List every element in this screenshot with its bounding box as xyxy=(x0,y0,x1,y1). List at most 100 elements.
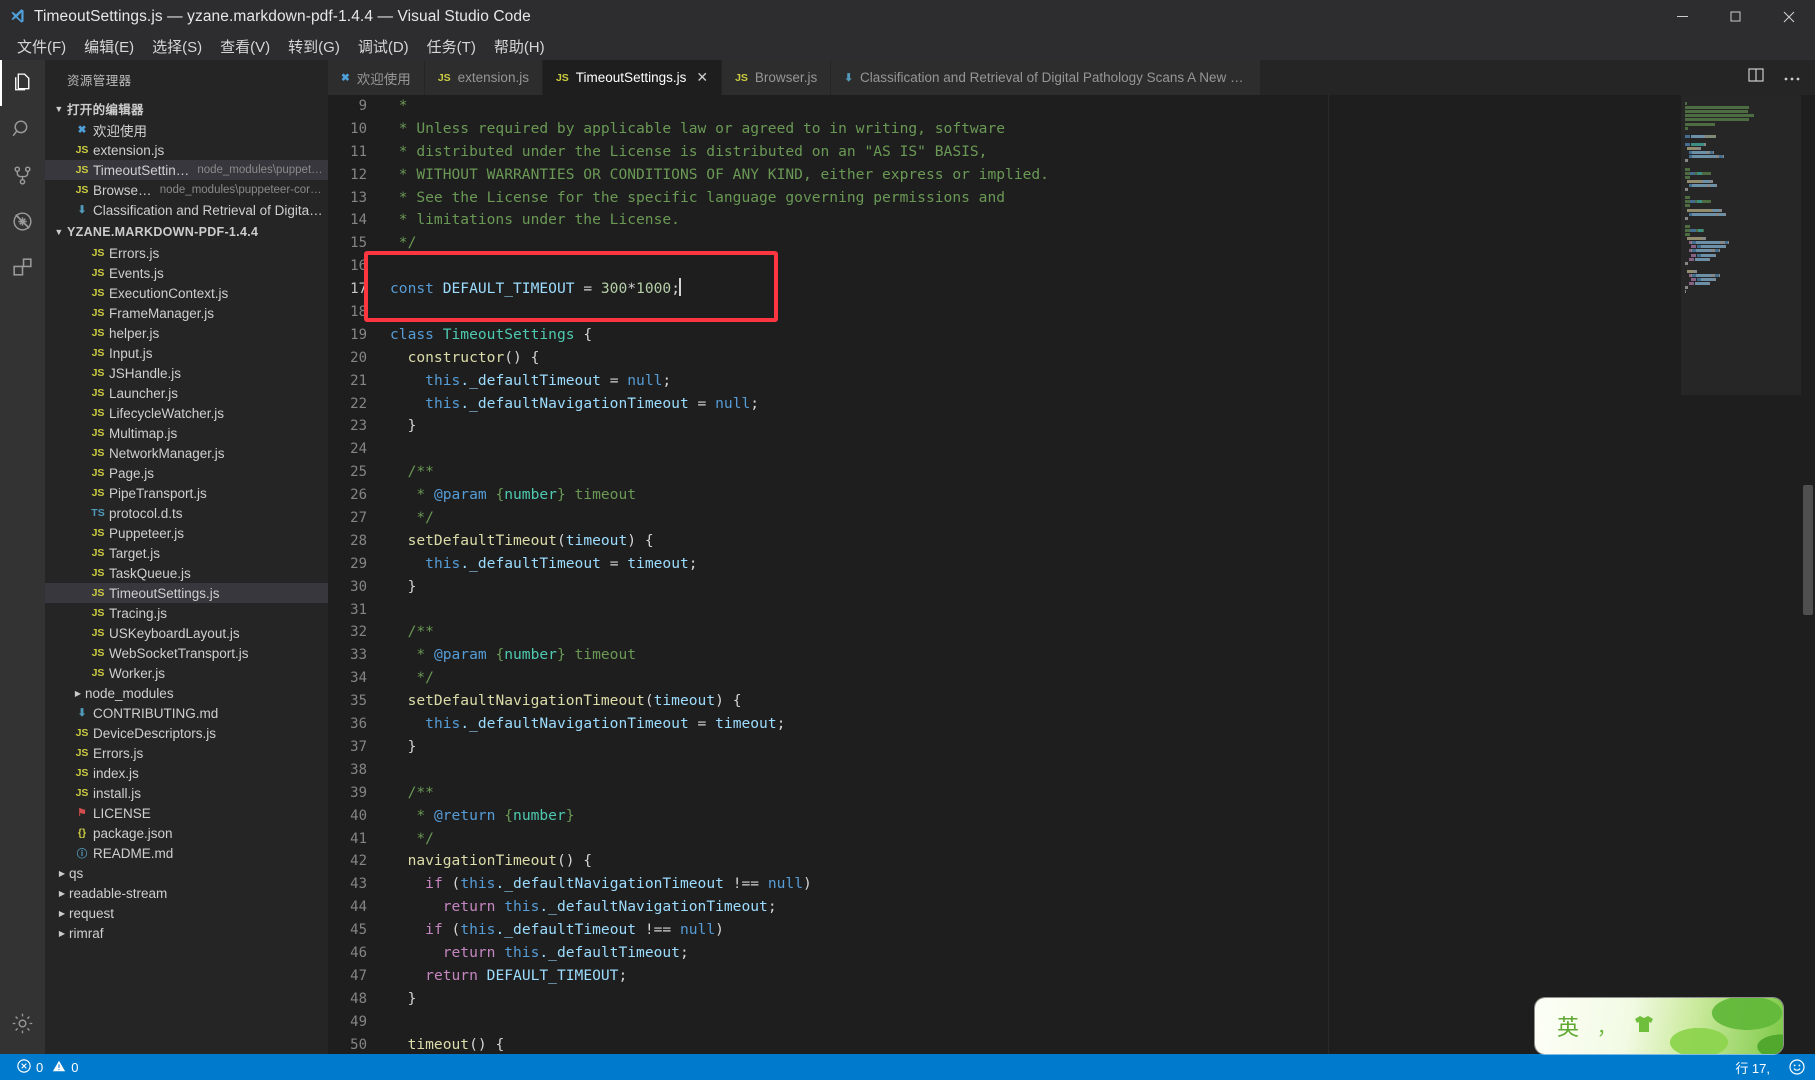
scrollbar-thumb[interactable] xyxy=(1803,485,1813,615)
code-text: /** xyxy=(390,463,434,481)
activity-source-control[interactable] xyxy=(0,152,45,198)
activity-search[interactable] xyxy=(0,106,45,152)
editor-tab[interactable]: JS extension.js xyxy=(424,60,543,95)
file-tree-item[interactable]: JS Tracing.js xyxy=(45,603,328,623)
minimap[interactable] xyxy=(1681,95,1801,1054)
maximize-icon[interactable] xyxy=(1709,0,1762,33)
skin-shirt-icon[interactable] xyxy=(1632,1014,1656,1039)
open-editor-item[interactable]: JS Browser.js node_modules\puppeteer-core\… xyxy=(45,180,328,200)
cursor-position[interactable]: 行 17, xyxy=(1726,1054,1779,1080)
section-open-editors[interactable]: ▼ 打开的编辑器 xyxy=(45,97,328,120)
open-editor-item[interactable]: ⬇ Classification and Retrieval of Digital… xyxy=(45,200,328,220)
file-tree-item[interactable]: JS Errors.js xyxy=(45,743,328,763)
activity-explorer[interactable] xyxy=(0,60,45,106)
smiley-icon[interactable] xyxy=(1779,1054,1815,1080)
file-name-label: Errors.js xyxy=(109,245,160,261)
close-icon[interactable] xyxy=(1762,0,1815,33)
code-editor[interactable]: 9 * 10 * Unless required by applicable la… xyxy=(328,95,1681,1054)
menu-debug[interactable]: 调试(D) xyxy=(349,33,418,60)
file-tree-item[interactable]: JS Page.js xyxy=(45,463,328,483)
menu-go[interactable]: 转到(G) xyxy=(279,33,349,60)
file-tree-item[interactable]: JS Multimap.js xyxy=(45,423,328,443)
code-line: 11 * distributed under the License is di… xyxy=(328,141,1681,164)
editor-tab[interactable]: ⬇ Classification and Retrieval of Digital… xyxy=(831,60,1262,95)
file-tree-item[interactable]: TS protocol.d.ts xyxy=(45,503,328,523)
gear-icon[interactable] xyxy=(0,1000,45,1046)
file-tree-item[interactable]: JS USKeyboardLayout.js xyxy=(45,623,328,643)
editor-tab[interactable]: JS Browser.js xyxy=(722,60,832,95)
code-line: 40 * @return {number} xyxy=(328,805,1681,828)
minimize-icon[interactable] xyxy=(1656,0,1709,33)
file-tree-item[interactable]: JS WebSocketTransport.js xyxy=(45,643,328,663)
line-number: 30 xyxy=(350,578,367,595)
file-tree-item[interactable]: ▶ rimraf xyxy=(45,923,328,943)
file-tree-item[interactable]: JS Worker.js xyxy=(45,663,328,683)
file-tree-item[interactable]: JS FrameManager.js xyxy=(45,303,328,323)
tabs-container: ✖ 欢迎使用 JS extension.js JS TimeoutSettings.js ✕… xyxy=(328,60,1262,95)
code-line: 14 * limitations under the License. xyxy=(328,209,1681,232)
code-text: */ xyxy=(390,829,434,847)
file-tree-item[interactable]: ▶ readable-stream xyxy=(45,883,328,903)
js-file-icon: JS xyxy=(91,307,105,319)
file-tree-item[interactable]: JS index.js xyxy=(45,763,328,783)
code-line: 26 * @param {number} timeout xyxy=(328,484,1681,507)
file-tree-item[interactable]: ▶ qs xyxy=(45,863,328,883)
ime-punctuation-toggle[interactable]: ， xyxy=(1597,1013,1616,1040)
file-name-label: Classification and Retrieval of Digital … xyxy=(93,202,324,218)
file-tree-item[interactable]: JS TaskQueue.js xyxy=(45,563,328,583)
file-tree-item[interactable]: JS PipeTransport.js xyxy=(45,483,328,503)
file-tree-item[interactable]: ▶ node_modules xyxy=(45,683,328,703)
menu-view[interactable]: 查看(V) xyxy=(211,33,279,60)
section-project[interactable]: ▼ YZANE.MARKDOWN-PDF-1.4.4 xyxy=(45,220,328,243)
project-file-tree: JS Errors.js JS Events.js JS ExecutionContext… xyxy=(45,243,328,943)
file-tree-item[interactable]: JS Target.js xyxy=(45,543,328,563)
editor-body: 9 * 10 * Unless required by applicable la… xyxy=(328,95,1815,1054)
file-tree-item[interactable]: JS Launcher.js xyxy=(45,383,328,403)
file-tree-item[interactable]: JS Input.js xyxy=(45,343,328,363)
menu-help[interactable]: 帮助(H) xyxy=(485,33,554,60)
editor-tab[interactable]: JS TimeoutSettings.js ✕ xyxy=(542,60,723,95)
file-tree-item[interactable]: JS TimeoutSettings.js xyxy=(45,583,328,603)
file-tree-item[interactable]: JS ExecutionContext.js xyxy=(45,283,328,303)
split-editor-icon[interactable] xyxy=(1747,66,1765,89)
ime-floating-bar[interactable]: 英 ， xyxy=(1535,998,1783,1054)
menu-selection[interactable]: 选择(S) xyxy=(143,33,211,60)
menu-file[interactable]: 文件(F) xyxy=(8,33,75,60)
file-tree-item[interactable]: JS LifecycleWatcher.js xyxy=(45,403,328,423)
file-tree-item[interactable]: {} package.json xyxy=(45,823,328,843)
more-actions-icon[interactable] xyxy=(1783,69,1801,87)
js-file-icon: JS xyxy=(91,527,105,539)
file-name-label: JSHandle.js xyxy=(109,365,182,381)
file-tree-item[interactable]: JS helper.js xyxy=(45,323,328,343)
file-tree-item[interactable]: JS Errors.js xyxy=(45,243,328,263)
file-tree-item[interactable]: ⓘ README.md xyxy=(45,843,328,863)
file-tree-item[interactable]: JS NetworkManager.js xyxy=(45,443,328,463)
file-tree-item[interactable]: ⬇ CONTRIBUTING.md xyxy=(45,703,328,723)
file-tree-item[interactable]: JS install.js xyxy=(45,783,328,803)
activity-debug[interactable] xyxy=(0,198,45,244)
file-tree-item[interactable]: ⚑ LICENSE xyxy=(45,803,328,823)
file-tree-item[interactable]: JS Events.js xyxy=(45,263,328,283)
editor-tab[interactable]: ✖ 欢迎使用 xyxy=(328,60,425,95)
editor-scrollbar[interactable] xyxy=(1801,95,1815,1054)
file-tree-item[interactable]: JS Puppeteer.js xyxy=(45,523,328,543)
line-number: 45 xyxy=(350,922,367,939)
file-tree-item[interactable]: JS JSHandle.js xyxy=(45,363,328,383)
activity-extensions[interactable] xyxy=(0,244,45,290)
open-editor-item[interactable]: ✖ 欢迎使用 xyxy=(45,120,328,140)
text-cursor xyxy=(679,278,681,297)
status-problems[interactable]: 0 0 xyxy=(8,1054,87,1080)
code-line: 37 } xyxy=(328,736,1681,759)
code-line: 46 return this._defaultTimeout; xyxy=(328,942,1681,965)
open-editor-item[interactable]: JS TimeoutSettings.js node_modules\puppete… xyxy=(45,160,328,180)
file-tree-item[interactable]: JS DeviceDescriptors.js xyxy=(45,723,328,743)
open-editor-item[interactable]: JS extension.js xyxy=(45,140,328,160)
menu-edit[interactable]: 编辑(E) xyxy=(75,33,143,60)
js-file-icon: JS xyxy=(75,144,89,156)
code-text: this._defaultTimeout = timeout; xyxy=(425,554,698,572)
tab-close-icon[interactable]: ✕ xyxy=(696,69,708,86)
minimap-slider[interactable] xyxy=(1681,95,1801,395)
ime-mode-label[interactable]: 英 xyxy=(1557,1010,1579,1042)
file-tree-item[interactable]: ▶ request xyxy=(45,903,328,923)
menu-tasks[interactable]: 任务(T) xyxy=(418,33,485,60)
